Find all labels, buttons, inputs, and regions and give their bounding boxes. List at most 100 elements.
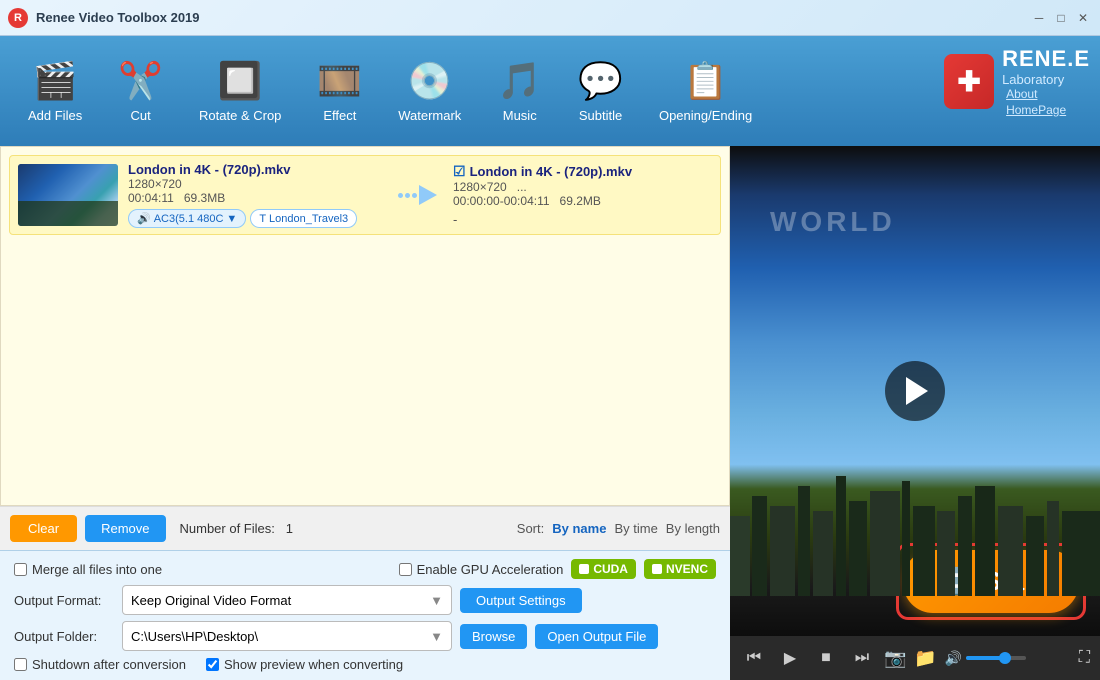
play-button-overlay[interactable] (885, 361, 945, 421)
homepage-link[interactable]: HomePage (1006, 103, 1090, 117)
brand-links: About HomePage (1006, 87, 1090, 117)
shutdown-checkbox[interactable] (14, 658, 27, 671)
output-format-label: Output Format: (14, 593, 114, 608)
sort-area: Sort: By name By time By length (517, 521, 720, 536)
opening-ending-icon: 📋 (683, 60, 728, 102)
app-logo: R (8, 8, 28, 28)
nvenc-badge[interactable]: NVENC (644, 559, 716, 579)
brand-area: ✚ RENE.E Laboratory About HomePage (944, 46, 1090, 117)
subtitle-icon: 💬 (578, 60, 623, 102)
output-file-name: ☑ London in 4K - (720p).mkv (453, 163, 712, 180)
folder-icon[interactable]: 📁 (914, 648, 936, 669)
toolbar-effect-label: Effect (323, 108, 356, 123)
left-panel: London in 4K - (720p).mkv 1280×720 00:04… (0, 146, 730, 680)
video-preview: WORLD (730, 146, 1100, 636)
file-output-info: ☑ London in 4K - (720p).mkv 1280×720 ...… (453, 163, 712, 227)
file-badges: 🔊 AC3(5.1 480C ▼ T London_Travel3 (128, 209, 387, 228)
file-thumbnail (18, 164, 118, 226)
sort-by-name[interactable]: By name (552, 521, 606, 536)
output-format-arrow: ▼ (430, 593, 443, 608)
file-count-label: Number of Files: 1 (180, 521, 293, 536)
merge-checkbox[interactable] (14, 563, 27, 576)
toolbar-subtitle[interactable]: 💬 Subtitle (560, 36, 641, 146)
preview-checkbox-label[interactable]: Show preview when converting (206, 657, 403, 672)
volume-track[interactable] (966, 656, 1026, 660)
subtitle-badge[interactable]: T London_Travel3 (250, 209, 357, 228)
sort-by-length[interactable]: By length (666, 521, 720, 536)
open-output-button[interactable]: Open Output File (535, 624, 658, 649)
preview-checkbox[interactable] (206, 658, 219, 671)
volume-knob (999, 652, 1011, 664)
screenshot-icon[interactable]: 📷 (884, 648, 906, 669)
toolbar-music-label: Music (503, 108, 537, 123)
toolbar-watermark-label: Watermark (398, 108, 461, 123)
watermark-icon: 💿 (407, 60, 452, 102)
video-controls: ⏮ ▶ ■ ⏭ 📷 📁 🔊 ⛶ (730, 636, 1100, 680)
window-controls: ─ □ ✕ (1030, 9, 1092, 27)
output-folder-label: Output Folder: (14, 629, 114, 644)
fullscreen-icon[interactable]: ⛶ (1079, 649, 1090, 667)
toolbar-cut-label: Cut (131, 108, 151, 123)
maximize-button[interactable]: □ (1052, 9, 1070, 27)
shutdown-checkbox-label[interactable]: Shutdown after conversion (14, 657, 186, 672)
stop-button[interactable]: ■ (812, 644, 840, 672)
play-pause-button[interactable]: ▶ (776, 644, 804, 672)
close-button[interactable]: ✕ (1074, 9, 1092, 27)
brand-logo: ✚ (944, 54, 994, 109)
output-file-meta: 00:00:00-00:04:11 69.2MB (453, 194, 712, 208)
input-file-meta: 00:04:11 69.3MB (128, 191, 387, 205)
gpu-checkbox-label[interactable]: Enable GPU Acceleration (399, 562, 564, 577)
title-bar: R Renee Video Toolbox 2019 ─ □ ✕ (0, 0, 1100, 36)
gpu-checkbox[interactable] (399, 563, 412, 576)
sort-by-time[interactable]: By time (614, 521, 657, 536)
main-content: London in 4K - (720p).mkv 1280×720 00:04… (0, 146, 1100, 680)
audio-badge[interactable]: 🔊 AC3(5.1 480C ▼ (128, 209, 246, 228)
output-dash: - (453, 212, 712, 227)
add-files-icon: 🎬 (33, 60, 78, 102)
output-format-row: Output Format: Keep Original Video Forma… (14, 585, 716, 615)
video-world-text: WORLD (770, 206, 896, 238)
table-row: London in 4K - (720p).mkv 1280×720 00:04… (9, 155, 721, 235)
output-folder-input[interactable]: C:\Users\HP\Desktop\ ▼ (122, 621, 452, 651)
output-file-dims: 1280×720 ... (453, 180, 712, 194)
toolbar-add-files[interactable]: 🎬 Add Files (10, 36, 100, 146)
toolbar-opening-ending[interactable]: 📋 Opening/Ending (641, 36, 770, 146)
app-title: Renee Video Toolbox 2019 (36, 10, 200, 25)
output-folder-arrow: ▼ (430, 629, 443, 644)
toolbar-music[interactable]: 🎵 Music (479, 36, 560, 146)
rotate-crop-icon: 🔲 (218, 60, 263, 102)
toolbar-add-files-label: Add Files (28, 108, 82, 123)
toolbar: 🎬 Add Files ✂️ Cut 🔲 Rotate & Crop 🎞️ Ef… (0, 36, 1100, 146)
output-settings-button[interactable]: Output Settings (460, 588, 582, 613)
clear-button[interactable]: Clear (10, 515, 77, 542)
city-skyline (730, 456, 1100, 596)
right-panel: WORLD ⏮ ▶ ■ ⏭ 📷 📁 🔊 ⛶ � (730, 146, 1100, 680)
brand-sub: Laboratory (1002, 72, 1090, 87)
volume-icon: 🔊 (945, 650, 962, 667)
toolbar-rotate-crop[interactable]: 🔲 Rotate & Crop (181, 36, 299, 146)
skip-forward-button[interactable]: ⏭ (848, 644, 876, 672)
file-list-area: London in 4K - (720p).mkv 1280×720 00:04… (0, 146, 730, 506)
brand-info: RENE.E Laboratory About HomePage (1002, 46, 1090, 117)
settings-row-1: Merge all files into one Enable GPU Acce… (14, 559, 716, 579)
toolbar-watermark[interactable]: 💿 Watermark (380, 36, 479, 146)
volume-control: 🔊 (945, 650, 1026, 667)
about-link[interactable]: About (1006, 87, 1090, 101)
merge-checkbox-label[interactable]: Merge all files into one (14, 562, 162, 577)
input-file-dims: 1280×720 (128, 177, 387, 191)
settings-section: Merge all files into one Enable GPU Acce… (0, 550, 730, 680)
remove-button[interactable]: Remove (85, 515, 165, 542)
settings-row-last: Shutdown after conversion Show preview w… (14, 657, 716, 672)
effect-icon: 🎞️ (317, 60, 362, 102)
cuda-badge[interactable]: CUDA (571, 559, 636, 579)
toolbar-cut[interactable]: ✂️ Cut (100, 36, 181, 146)
bottom-controls: Clear Remove Number of Files: 1 Sort: By… (0, 506, 730, 550)
skip-back-button[interactable]: ⏮ (740, 644, 768, 672)
toolbar-effect[interactable]: 🎞️ Effect (299, 36, 380, 146)
controls-row: Clear Remove Number of Files: 1 Sort: By… (10, 515, 720, 542)
browse-button[interactable]: Browse (460, 624, 527, 649)
cut-icon: ✂️ (118, 60, 163, 102)
minimize-button[interactable]: ─ (1030, 9, 1048, 27)
toolbar-opening-ending-label: Opening/Ending (659, 108, 752, 123)
output-format-select[interactable]: Keep Original Video Format ▼ (122, 585, 452, 615)
